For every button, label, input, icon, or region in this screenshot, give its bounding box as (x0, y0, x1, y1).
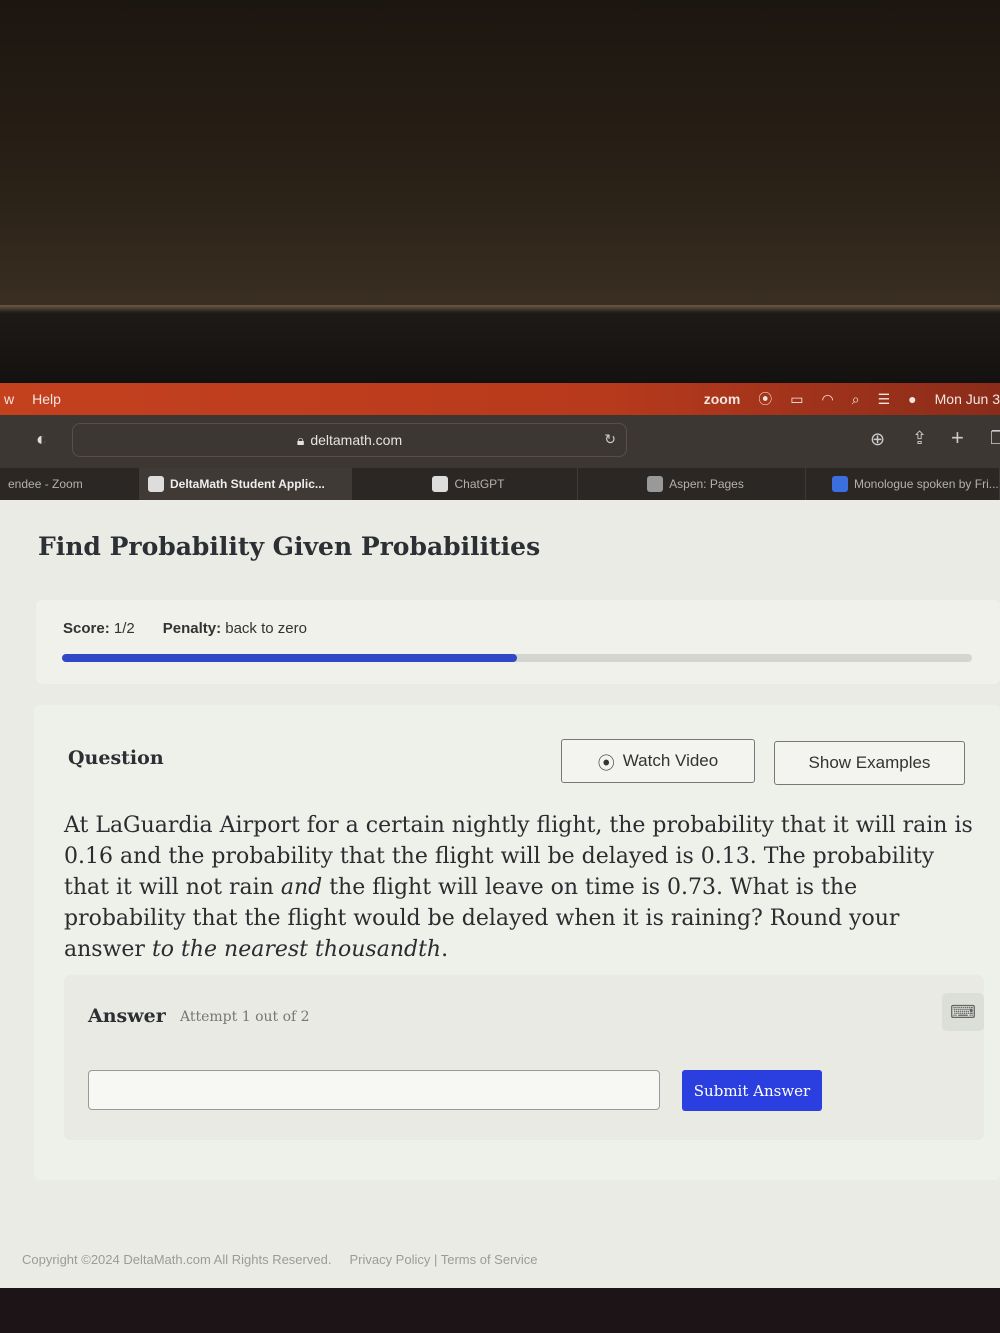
browser-toolbar: ◐ 🔒︎ deltamath.com ↻ ⊕ ⇪ + ❐ (0, 415, 1000, 470)
attempt-counter: Attempt 1 out of 2 (180, 1009, 310, 1025)
os-menubar: w Help zoom ⦿ ▭ ◠ ⌕ ☰ ● Mon Jun 3 (0, 383, 1000, 415)
tab-bar: endee - Zoom DeltaMath Student Applic...… (0, 468, 1000, 500)
tab-aspen[interactable]: Aspen: Pages (578, 468, 806, 500)
monitor-bottom-bezel (0, 1288, 1000, 1333)
score-panel: Score: 1/2 Penalty: back to zero (36, 600, 1000, 684)
deltamath-icon (148, 476, 164, 492)
progress-fill (62, 654, 517, 662)
download-icon[interactable]: ⊕ (870, 429, 885, 450)
clock[interactable]: Mon Jun 3 (935, 391, 1000, 407)
tab-label: Aspen: Pages (669, 477, 744, 491)
answer-panel: Answer Attempt 1 out of 2 ⌨ Submit Answe… (64, 975, 984, 1140)
progress-bar (62, 654, 972, 662)
keyboard-icon[interactable]: ⌨ (942, 993, 984, 1031)
tab-deltamath[interactable]: DeltaMath Student Applic... (140, 468, 352, 500)
lock-icon: 🔒︎ (296, 431, 305, 448)
score: Score: 1/2 (63, 620, 135, 637)
tab-chatgpt[interactable]: ChatGPT (352, 468, 578, 500)
question-panel: Question ⦿ Watch Video Show Examples At L… (34, 705, 1000, 1180)
menu-help[interactable]: Help (32, 391, 61, 407)
battery-icon[interactable]: ▭ (790, 391, 803, 408)
control-center-icon[interactable]: ☰ (878, 391, 891, 408)
answer-input[interactable] (88, 1070, 660, 1110)
play-icon[interactable]: ⦿ (758, 389, 772, 409)
tab-label: DeltaMath Student Applic... (170, 477, 325, 491)
address-bar[interactable]: 🔒︎ deltamath.com ↻ (72, 423, 627, 457)
menu-item[interactable]: w (4, 391, 14, 407)
penalty: Penalty: back to zero (162, 620, 307, 637)
question-text: At LaGuardia Airport for a certain night… (64, 813, 973, 962)
wifi-icon[interactable]: ◠ (822, 391, 834, 408)
tab-zoom[interactable]: endee - Zoom (0, 468, 140, 500)
aspen-icon (647, 476, 664, 492)
play-circle-icon: ⦿ (597, 753, 615, 773)
submit-answer-button[interactable]: Submit Answer (682, 1070, 822, 1111)
copyright: Copyright ©2024 DeltaMath.com All Rights… (22, 1252, 332, 1267)
zoom-status[interactable]: zoom (704, 391, 741, 407)
new-tab-icon[interactable]: + (951, 425, 964, 451)
siri-icon[interactable]: ● (908, 391, 916, 407)
share-icon[interactable]: ⇪ (912, 428, 927, 449)
show-examples-button[interactable]: Show Examples (774, 741, 965, 785)
tab-label: endee - Zoom (8, 477, 83, 491)
chatgpt-icon (432, 476, 449, 492)
watch-video-button[interactable]: ⦿ Watch Video (561, 739, 755, 783)
tab-docs[interactable]: Monologue spoken by Fri... (806, 468, 1000, 500)
deltamath-page: Find Probability Given Probabilities Sco… (0, 500, 1000, 1288)
search-icon[interactable]: ⌕ (852, 391, 860, 408)
shield-icon[interactable]: ◐ (36, 429, 47, 450)
tab-label: Monologue spoken by Fri... (854, 477, 999, 491)
footer: Copyright ©2024 DeltaMath.com All Rights… (22, 1252, 538, 1267)
background-room (0, 0, 1000, 312)
footer-links[interactable]: Privacy Policy | Terms of Service (349, 1252, 537, 1267)
tabs-overview-icon[interactable]: ❐ (990, 428, 1000, 449)
answer-label: Answer (88, 1005, 166, 1027)
monitor-bezel (0, 305, 1000, 383)
question-label: Question (68, 747, 164, 769)
google-docs-icon (832, 476, 848, 492)
reload-icon[interactable]: ↻ (604, 431, 616, 448)
page-title: Find Probability Given Probabilities (38, 532, 541, 561)
tab-label: ChatGPT (454, 477, 505, 491)
url-text: deltamath.com (310, 432, 403, 448)
